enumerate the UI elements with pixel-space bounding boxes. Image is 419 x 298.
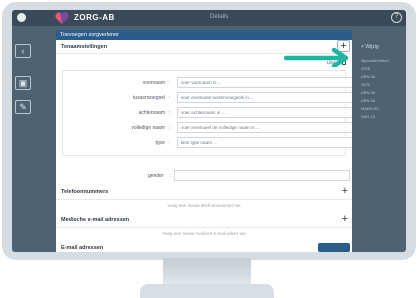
field-label: type — [155, 140, 165, 146]
achternaam-input[interactable] — [177, 107, 352, 118]
chevron-left-icon[interactable]: ‹ — [15, 44, 31, 58]
monitor-stand-base — [140, 284, 274, 298]
phone-section: Telefoonnummers + — [56, 186, 352, 198]
gender-label: gender — [148, 173, 164, 179]
field-colon: : — [170, 173, 172, 179]
monitor-stand-neck — [163, 258, 251, 286]
top-link-details[interactable]: Details — [210, 14, 228, 20]
list-item: Bijzonderheden — [361, 58, 389, 63]
field-type: type : — [63, 137, 352, 149]
brand-name: ZORG-AB — [74, 13, 115, 22]
phone-section-title: Telefoonnummers — [61, 189, 109, 195]
field-achternaam: achternaam : — [63, 107, 352, 119]
id-card-icon[interactable]: ▣ — [15, 76, 31, 90]
voornaam-input[interactable] — [177, 77, 352, 88]
list-item: MARN-99 — [361, 106, 379, 111]
question-icon[interactable]: ? — [391, 12, 402, 23]
field-label: volledige naam — [131, 125, 165, 131]
type-select[interactable] — [177, 137, 352, 148]
email-section: E-mail adressen + — [56, 242, 352, 253]
list-item: ARN-49 — [361, 90, 376, 95]
list-item: ARN-45 — [361, 74, 376, 79]
phone-empty-message: Voeg een nieuw telefoonnummer toe — [167, 203, 241, 208]
add-medical-email-plus-icon[interactable]: + — [342, 214, 348, 225]
medical-email-section-title: Medische e-mail adressen — [61, 217, 130, 223]
list-item: 2378 — [361, 66, 370, 71]
modal-title: Toevoegen zorgverlener — [56, 30, 352, 40]
background-side-panel: + Wijzig Bijzonderheden 2378 ARN-45 2879… — [361, 44, 406, 164]
name-fields-box: voornaam : tussenvoegsel : achternaam : — [62, 70, 352, 156]
divider — [56, 199, 352, 200]
field-volledige-naam: volledige naam : — [63, 122, 352, 134]
field-colon: : — [169, 125, 171, 131]
pointer-arrow-icon — [284, 47, 349, 67]
field-colon: : — [169, 140, 171, 146]
background-add-link[interactable]: + Wijzig — [361, 44, 406, 50]
logo-heart-icon — [55, 12, 69, 24]
list-item: SAR-23 — [361, 114, 376, 119]
menu-icon[interactable] — [17, 13, 26, 22]
field-label: tussenvoegsel — [133, 95, 165, 101]
app-topbar: ZORG-AB Details ? — [12, 10, 406, 26]
pencil-icon[interactable]: ✎ — [15, 100, 31, 114]
field-label: voornaam — [142, 80, 165, 86]
list-item: ARN-26 — [361, 98, 376, 103]
email-section-title: E-mail adressen — [61, 245, 104, 251]
monitor-illustration: ZORG-AB Details ? ‹ ▣ ✎ + Wijzig Bijzond… — [0, 0, 419, 298]
monitor-frame: ZORG-AB Details ? ‹ ▣ ✎ + Wijzig Bijzond… — [2, 2, 416, 260]
field-label: achternaam — [138, 110, 165, 116]
name-section-title: Tenaamstellingen — [61, 44, 108, 50]
volledige-naam-input[interactable] — [177, 122, 352, 133]
save-button[interactable] — [318, 243, 350, 252]
gender-select[interactable] — [174, 170, 350, 181]
divider — [56, 227, 352, 228]
field-voornaam: voornaam : — [63, 77, 352, 89]
tussenvoegsel-input[interactable] — [177, 92, 352, 103]
field-colon: : — [169, 95, 171, 101]
list-item: 2879 — [361, 82, 370, 87]
medical-email-section: Medische e-mail adressen + — [56, 214, 352, 226]
medical-email-empty-message: Voeg een nieuw medisch e-mail adres toe — [162, 231, 246, 236]
gender-row: gender : — [56, 170, 352, 182]
field-colon: : — [169, 80, 171, 86]
field-colon: : — [169, 110, 171, 116]
field-tussenvoegsel: tussenvoegsel : — [63, 92, 352, 104]
add-phone-plus-icon[interactable]: + — [342, 186, 348, 197]
